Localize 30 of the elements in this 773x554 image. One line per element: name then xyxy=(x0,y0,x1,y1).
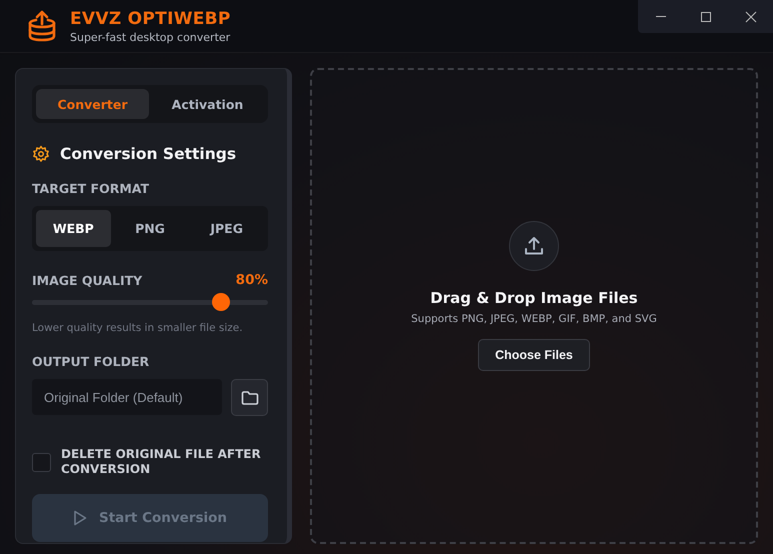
field-label: IMAGE QUALITY xyxy=(32,273,142,288)
browse-button[interactable] xyxy=(231,379,268,416)
upload-icon xyxy=(509,221,559,271)
format-option[interactable]: JPEG xyxy=(189,210,264,247)
close-icon xyxy=(744,10,756,22)
folder-icon xyxy=(240,390,258,406)
maximize-icon xyxy=(700,10,712,22)
slider-thumb[interactable] xyxy=(212,293,230,311)
minimize-icon xyxy=(656,16,666,17)
database-upload-icon xyxy=(27,10,57,42)
checkbox[interactable] xyxy=(32,452,51,472)
section-title: Conversion Settings xyxy=(60,145,236,163)
drop-zone[interactable]: Drag & Drop Image Files Supports PNG, JPEG, WEBP, GIF, BMP, and SVG Choose Files xyxy=(310,68,758,544)
app-title: EVVZ OPTIWEBP xyxy=(70,8,231,28)
tab[interactable]: Activation xyxy=(151,89,264,119)
checkbox-label: DELETE ORIGINAL FILE AFTER CONVERSION xyxy=(61,447,262,477)
quality-reading: 80% xyxy=(236,272,268,288)
app-subtitle: Super-fast desktop converter xyxy=(70,30,231,44)
tab[interactable]: Converter xyxy=(36,89,149,119)
settings-icon xyxy=(32,145,50,163)
format-option[interactable]: WEBP xyxy=(36,210,111,247)
hint-text: Lower quality results in smaller file size. xyxy=(32,322,244,334)
format-option[interactable]: PNG xyxy=(112,210,188,247)
drop-title: Drag & Drop Image Files xyxy=(430,289,638,307)
folder-field[interactable]: Original Folder (Default) xyxy=(32,379,222,415)
choose-files-button[interactable]: Choose Files xyxy=(478,339,590,371)
field-label: TARGET FORMAT xyxy=(32,181,150,196)
drop-subtitle: Supports PNG, JPEG, WEBP, GIF, BMP, and SVG xyxy=(411,313,657,325)
play-icon xyxy=(72,510,87,526)
field-label: OUTPUT FOLDER xyxy=(32,354,150,369)
